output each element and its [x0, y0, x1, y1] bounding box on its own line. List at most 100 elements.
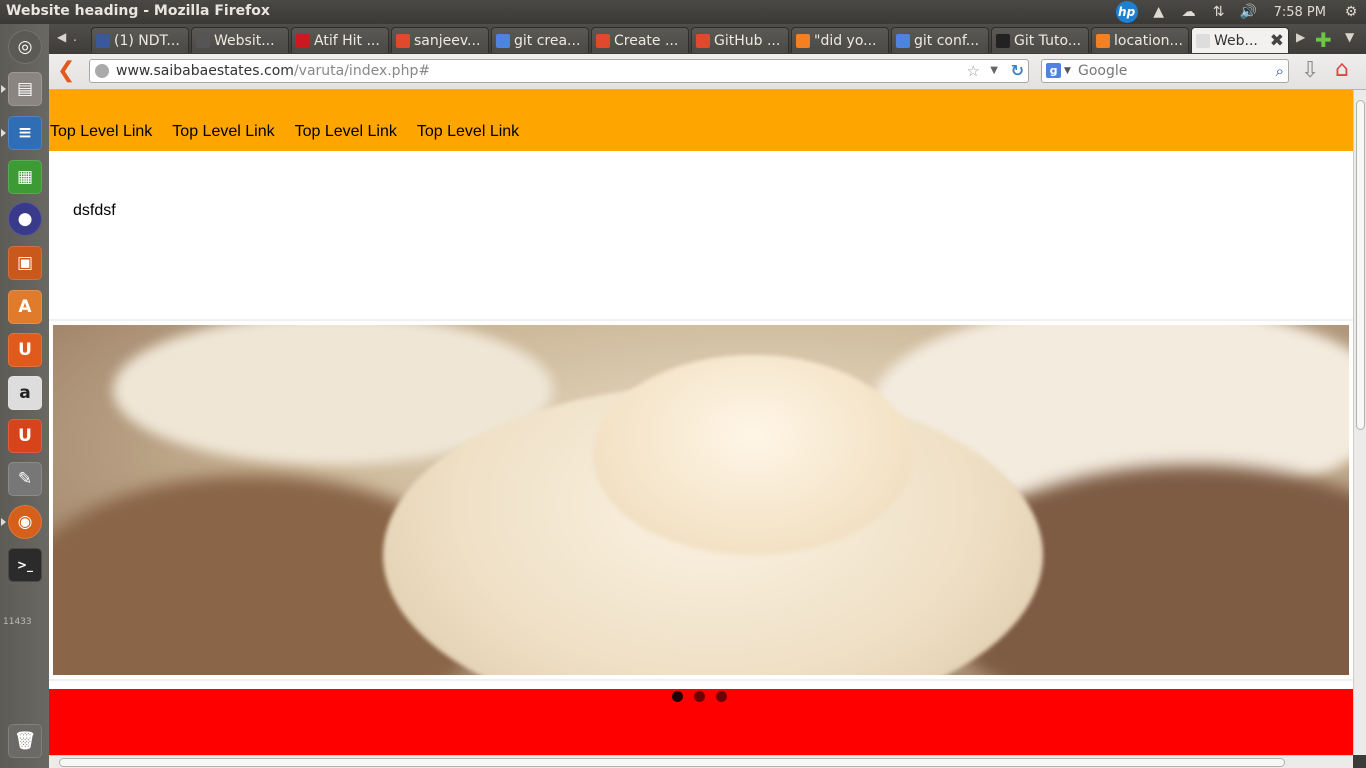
slider-dot[interactable] — [694, 691, 705, 702]
eclipse-icon[interactable]: ● — [8, 202, 42, 236]
browser-tab[interactable]: Git Tuto... — [991, 27, 1089, 53]
settings-icon[interactable]: ✎ — [8, 462, 42, 496]
tab-label: Create ... — [614, 32, 679, 49]
site-identity-icon[interactable] — [95, 64, 109, 78]
menu-link[interactable]: Top Level Link — [295, 123, 397, 141]
writer-icon[interactable]: ≡ — [8, 116, 42, 150]
clock[interactable]: 7:58 PM — [1264, 5, 1336, 20]
tab-scroll-right-icon[interactable]: ▶ — [1296, 30, 1305, 44]
tab-label: location... — [1114, 32, 1183, 49]
ubuntu-one-icon[interactable]: U — [8, 333, 42, 367]
calc-icon[interactable]: ▦ — [8, 160, 42, 194]
browser-tab[interactable]: GitHub ... — [691, 27, 789, 53]
facebook-icon — [96, 33, 110, 48]
spinner-icon — [696, 33, 710, 48]
url-path: /varuta/index.php# — [293, 63, 431, 79]
close-tab-icon[interactable]: ✖ — [1266, 31, 1284, 51]
stackoverflow-icon — [1096, 33, 1110, 48]
drive-icon[interactable]: ▲ — [1144, 4, 1174, 20]
tab-label: Websit... — [214, 32, 275, 49]
trash-icon[interactable]: 🗑 — [8, 724, 42, 758]
tab-label: Git Tuto... — [1014, 32, 1082, 49]
firefox-icon[interactable]: ◉ — [8, 505, 42, 539]
browser-tab[interactable]: Web... ✖ — [1191, 27, 1289, 53]
volume-icon[interactable]: 🔊 — [1234, 4, 1264, 20]
tab-list-icon[interactable]: ▼ — [1345, 30, 1354, 44]
browser-tab[interactable]: (1) NDT... — [91, 27, 189, 53]
back-button[interactable]: ❮ — [57, 58, 75, 83]
network-icon[interactable]: ⇅ — [1204, 4, 1234, 20]
tab-label: Atif Hit ... — [314, 32, 380, 49]
search-icon[interactable]: ⌕ — [1276, 60, 1284, 82]
software-center-icon[interactable]: A — [8, 290, 42, 324]
cloud-icon[interactable]: ☁ — [1174, 4, 1204, 20]
spinner-icon — [396, 33, 410, 48]
tab-label: sanjeev... — [414, 32, 481, 49]
stackoverflow-icon — [796, 33, 810, 48]
browser-tab[interactable]: "did yo... — [791, 27, 889, 53]
search-engine-dropdown-icon[interactable]: ▼ — [1064, 60, 1071, 82]
hp-icon[interactable]: hp — [1115, 1, 1138, 23]
bookmark-star-icon[interactable]: ☆ — [967, 60, 980, 82]
browser-tab[interactable]: git crea... — [491, 27, 589, 53]
slider-dot[interactable] — [672, 691, 683, 702]
slider-image[interactable] — [53, 325, 1349, 675]
ubuntu-one-music-icon[interactable]: U — [8, 419, 42, 453]
google-icon — [496, 33, 510, 48]
horizontal-scrollbar[interactable] — [49, 755, 1353, 768]
menu-link[interactable]: Top Level Link — [417, 123, 519, 141]
menu-link[interactable]: Top Level Link — [50, 123, 152, 141]
browser-tab[interactable]: Create ... — [591, 27, 689, 53]
url-bar[interactable]: www.saibabaestates.com/varuta/index.php#… — [89, 59, 1029, 83]
new-tab-button[interactable]: ✚ — [1315, 28, 1332, 52]
tab-label: git conf... — [914, 32, 980, 49]
page-viewport: Top Level Link Top Level Link Top Level Li… — [49, 90, 1353, 755]
browser-tab[interactable]: git conf... — [891, 27, 989, 53]
page-icon — [196, 33, 210, 48]
frosting-peak — [593, 355, 913, 555]
google-icon[interactable]: g — [1046, 63, 1061, 78]
reload-icon[interactable]: ↻ — [1011, 60, 1024, 82]
vertical-scroll-thumb[interactable] — [1356, 100, 1365, 430]
system-tray: hp ▲ ☁ ⇅ 🔊 7:58 PM ⚙ — [1115, 0, 1366, 24]
gear-icon[interactable]: ⚙ — [1336, 4, 1366, 20]
slider-dot[interactable] — [716, 691, 727, 702]
menu-link[interactable]: Top Level Link — [172, 123, 274, 141]
tab-overflow[interactable]: . — [73, 30, 77, 44]
tab-label: Web... — [1214, 32, 1258, 49]
horizontal-scroll-thumb[interactable] — [59, 758, 1285, 767]
search-placeholder: Google — [1078, 63, 1128, 79]
vertical-scrollbar[interactable] — [1353, 90, 1366, 755]
dash-icon[interactable]: ◎ — [8, 30, 42, 64]
top-panel: Website heading - Mozilla Firefox hp ▲ ☁… — [0, 0, 1366, 24]
workspace-counter: 11433 — [3, 617, 32, 627]
tab-label: (1) NDT... — [114, 32, 180, 49]
browser-tab[interactable]: location... — [1091, 27, 1189, 53]
url-history-dropdown-icon[interactable]: ▼ — [990, 60, 998, 82]
tab-strip: ◀ . (1) NDT... Websit... Atif Hit ... sanje… — [49, 24, 1366, 54]
tab-label: git crea... — [514, 32, 581, 49]
navigation-toolbar: ❮ www.saibabaestates.com/varuta/index.ph… — [49, 54, 1366, 90]
impress-icon[interactable]: ▣ — [8, 246, 42, 280]
terminal-icon[interactable]: >_ — [8, 548, 42, 582]
window-title: Website heading - Mozilla Firefox — [6, 3, 270, 19]
browser-tab[interactable]: Websit... — [191, 27, 289, 53]
url-host: www.saibabaestates.com — [116, 63, 294, 79]
page-text: dsfdsf — [73, 202, 116, 219]
downloads-icon[interactable]: ⇩ — [1301, 58, 1319, 83]
youtube-icon — [296, 33, 310, 48]
amazon-icon[interactable]: a — [8, 376, 42, 410]
tab-label: "did yo... — [814, 32, 877, 49]
browser-tab[interactable]: sanjeev... — [391, 27, 489, 53]
page-icon — [1196, 33, 1210, 48]
top-menu: Top Level Link Top Level Link Top Level Li… — [49, 90, 1353, 151]
browser-tab[interactable]: Atif Hit ... — [291, 27, 389, 53]
tab-scroll-left-icon[interactable]: ◀ — [57, 30, 66, 44]
divider — [49, 679, 1353, 681]
search-input[interactable]: g ▼ Google ⌕ — [1041, 59, 1289, 83]
files-icon[interactable]: ▤ — [8, 72, 42, 106]
slider-pagination — [672, 691, 727, 702]
launcher: ◎ ▤ ≡ ▦ ● ▣ A U a U ✎ ◉ >_ 11433 🗑 — [0, 24, 49, 768]
home-icon[interactable]: ⌂ — [1335, 57, 1349, 82]
google-icon — [896, 33, 910, 48]
